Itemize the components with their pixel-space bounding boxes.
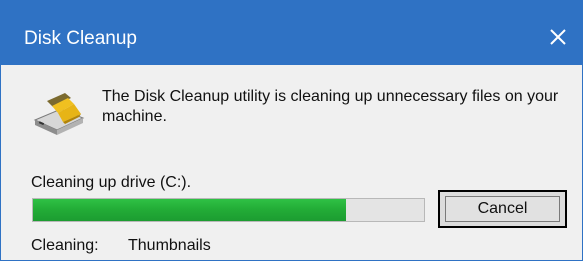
close-button[interactable] [540,19,576,55]
cancel-button[interactable]: Cancel [438,190,567,228]
drive-status: Cleaning up drive (C:). [31,174,192,191]
disk-cleanup-window: Disk Cleanup The Disk Cleanup utility is… [0,0,583,261]
title-bar: Disk Cleanup [1,1,582,65]
progress-fill [33,199,346,221]
cleanup-message: The Disk Cleanup utility is cleaning up … [102,88,559,125]
cleanup-progress-bar [32,198,425,222]
disk-cleanup-icon [33,93,85,135]
close-icon [550,29,566,45]
cleaning-item: Thumbnails [128,237,211,254]
cancel-label: Cancel [445,196,560,222]
cleaning-label: Cleaning: [31,237,99,254]
window-title: Disk Cleanup [24,28,137,49]
